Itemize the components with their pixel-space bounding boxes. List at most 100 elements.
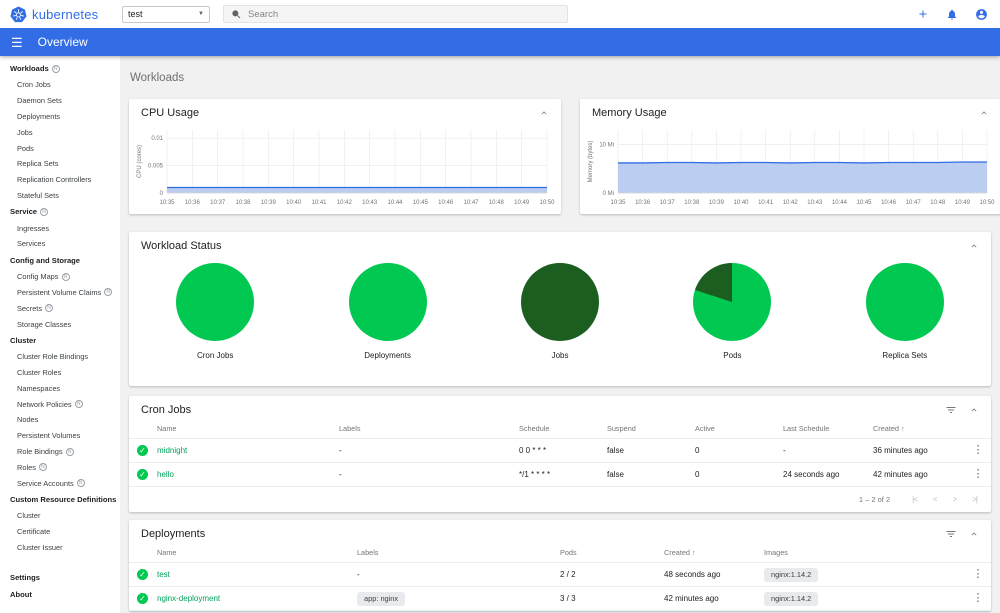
sidebar-item-service-accounts[interactable]: Service Accounts N bbox=[0, 475, 120, 491]
sidebar-item-persistent-volumes[interactable]: Persistent Volumes bbox=[0, 428, 120, 444]
column-header-labels[interactable]: Labels bbox=[357, 548, 560, 557]
workload-pie-replica-sets: Replica Sets bbox=[819, 263, 991, 360]
namespaced-badge: N bbox=[45, 304, 54, 313]
sidebar-item-service[interactable]: Service N bbox=[0, 203, 120, 220]
menu-icon[interactable]: ☰ bbox=[11, 36, 23, 49]
row-menu-button[interactable]: ⋮ bbox=[965, 593, 991, 604]
next-page-button[interactable]: > bbox=[953, 495, 958, 504]
sidebar-item-cluster-issuer[interactable]: Cluster Issuer bbox=[0, 540, 120, 556]
search-input[interactable] bbox=[248, 8, 560, 20]
sidebar-item-storage-classes[interactable]: Storage Classes bbox=[0, 316, 120, 332]
svg-text:CPU (cores): CPU (cores) bbox=[137, 145, 143, 178]
namespaced-badge: N bbox=[51, 64, 60, 73]
sidebar-item-cluster[interactable]: Cluster bbox=[0, 508, 120, 524]
column-header-labels[interactable]: Labels bbox=[339, 424, 519, 433]
sidebar-item-nodes[interactable]: Nodes bbox=[0, 412, 120, 428]
sidebar-item-settings[interactable]: Settings bbox=[0, 569, 120, 586]
namespaced-badge: N bbox=[74, 400, 83, 409]
column-header-active[interactable]: Active bbox=[695, 424, 783, 433]
column-header-pods[interactable]: Pods bbox=[560, 548, 664, 557]
sidebar-item-config-and-storage[interactable]: Config and Storage bbox=[0, 252, 120, 269]
sidebar-item-namespaces[interactable]: Namespaces bbox=[0, 381, 120, 397]
pie-label: Pods bbox=[723, 351, 742, 360]
sidebar-item-cron-jobs[interactable]: Cron Jobs bbox=[0, 77, 120, 93]
resource-link[interactable]: hello bbox=[157, 470, 339, 479]
namespaced-badge: N bbox=[40, 207, 49, 216]
svg-text:10:39: 10:39 bbox=[261, 200, 277, 206]
column-header-name[interactable]: Name bbox=[157, 548, 357, 557]
sidebar-item-about[interactable]: About bbox=[0, 586, 120, 603]
namespace-select[interactable]: test ▼ bbox=[122, 5, 210, 23]
sidebar-item-cluster[interactable]: Cluster bbox=[0, 332, 120, 349]
prev-page-button[interactable]: < bbox=[933, 495, 938, 504]
filter-icon[interactable] bbox=[945, 404, 957, 416]
filter-icon[interactable] bbox=[945, 528, 957, 540]
sidebar-item-jobs[interactable]: Jobs bbox=[0, 124, 120, 140]
kubernetes-home-link[interactable]: kubernetes bbox=[10, 6, 122, 23]
sidebar-item-network-policies[interactable]: Network Policies N bbox=[0, 396, 120, 412]
resource-link[interactable]: nginx-deployment bbox=[157, 594, 357, 603]
pagination-range: 1 – 2 of 2 bbox=[858, 495, 891, 504]
sidebar-item-workloads[interactable]: Workloads N bbox=[0, 60, 120, 77]
row-menu-button[interactable]: ⋮ bbox=[965, 445, 991, 456]
sidebar-item-cluster-role-bindings[interactable]: Cluster Role Bindings bbox=[0, 349, 120, 365]
column-header-created[interactable]: Created ↑ bbox=[664, 548, 764, 557]
sidebar-item-replication-controllers[interactable]: Replication Controllers bbox=[0, 172, 120, 188]
sidebar-item-ingresses[interactable]: Ingresses bbox=[0, 220, 120, 236]
row-menu-button[interactable]: ⋮ bbox=[965, 569, 991, 580]
collapse-icon[interactable] bbox=[969, 405, 979, 415]
sidebar-item-stateful-sets[interactable]: Stateful Sets bbox=[0, 187, 120, 203]
sidebar-item-deployments[interactable]: Deployments bbox=[0, 109, 120, 125]
main-content: Workloads CPU Usage 0 0.005 0.01 10:35 10:36… bbox=[120, 56, 1000, 613]
sidebar-item-certificate[interactable]: Certificate bbox=[0, 524, 120, 540]
resource-link[interactable]: test bbox=[157, 570, 357, 579]
column-header-suspend[interactable]: Suspend bbox=[607, 424, 695, 433]
last-page-button[interactable]: >| bbox=[972, 495, 978, 504]
column-header-images[interactable]: Images bbox=[764, 548, 965, 557]
cell-schedule: 0 0 * * * bbox=[519, 446, 547, 455]
add-resource-icon[interactable] bbox=[917, 8, 929, 20]
collapse-icon[interactable] bbox=[969, 241, 979, 251]
card-title: CPU Usage bbox=[141, 107, 200, 119]
sidebar-item-persistent-volume-claims[interactable]: Persistent Volume Claims N bbox=[0, 285, 120, 301]
notifications-bell-icon[interactable] bbox=[946, 8, 958, 21]
namespaced-badge: N bbox=[104, 288, 113, 297]
cell-pods: 3 / 3 bbox=[560, 594, 576, 603]
column-header-last-schedule[interactable]: Last Schedule bbox=[783, 424, 873, 433]
sidebar-item-replica-sets[interactable]: Replica Sets bbox=[0, 156, 120, 172]
sidebar-item-daemon-sets[interactable]: Daemon Sets bbox=[0, 93, 120, 109]
svg-text:10:48: 10:48 bbox=[930, 200, 946, 206]
sidebar-item-roles[interactable]: Roles N bbox=[0, 459, 120, 475]
column-header-created[interactable]: Created ↑ bbox=[873, 424, 965, 433]
sidebar-item-config-maps[interactable]: Config Maps N bbox=[0, 269, 120, 285]
resource-link[interactable]: midnight bbox=[157, 446, 339, 455]
status-success-icon: ✓ bbox=[137, 569, 148, 580]
sidebar-item-secrets[interactable]: Secrets N bbox=[0, 300, 120, 316]
collapse-icon[interactable] bbox=[539, 108, 549, 118]
status-success-icon: ✓ bbox=[137, 469, 148, 480]
sidebar-item-pods[interactable]: Pods bbox=[0, 140, 120, 156]
sidebar-item-cluster-roles[interactable]: Cluster Roles bbox=[0, 365, 120, 381]
collapse-icon[interactable] bbox=[969, 529, 979, 539]
collapse-icon[interactable] bbox=[979, 108, 989, 118]
namespaced-badge: N bbox=[65, 447, 74, 456]
cell-labels: - bbox=[339, 446, 342, 455]
column-header-schedule[interactable]: Schedule bbox=[519, 424, 607, 433]
sidebar-item-custom-resource-definitions[interactable]: Custom Resource Definitions bbox=[0, 491, 120, 508]
sidebar-item-services[interactable]: Services bbox=[0, 236, 120, 252]
first-page-button[interactable]: |< bbox=[912, 495, 918, 504]
search-bar[interactable] bbox=[223, 5, 568, 23]
user-profile-icon[interactable] bbox=[975, 8, 988, 21]
workload-pie-jobs: Jobs bbox=[474, 263, 646, 360]
sidebar-item-role-bindings[interactable]: Role Bindings N bbox=[0, 444, 120, 460]
svg-text:Memory (bytes): Memory (bytes) bbox=[588, 141, 594, 183]
pie-label: Jobs bbox=[551, 351, 569, 360]
column-header-name[interactable]: Name bbox=[157, 424, 339, 433]
row-menu-button[interactable]: ⋮ bbox=[965, 469, 991, 480]
deployments-card: Deployments Name Labels Pods Created ↑ Images… bbox=[129, 520, 991, 611]
page-title: Workloads bbox=[130, 72, 185, 84]
sort-arrow-icon: ↑ bbox=[691, 548, 696, 557]
svg-text:10:41: 10:41 bbox=[311, 200, 327, 206]
svg-text:10:39: 10:39 bbox=[709, 200, 725, 206]
status-cell: ✓ bbox=[129, 593, 157, 604]
